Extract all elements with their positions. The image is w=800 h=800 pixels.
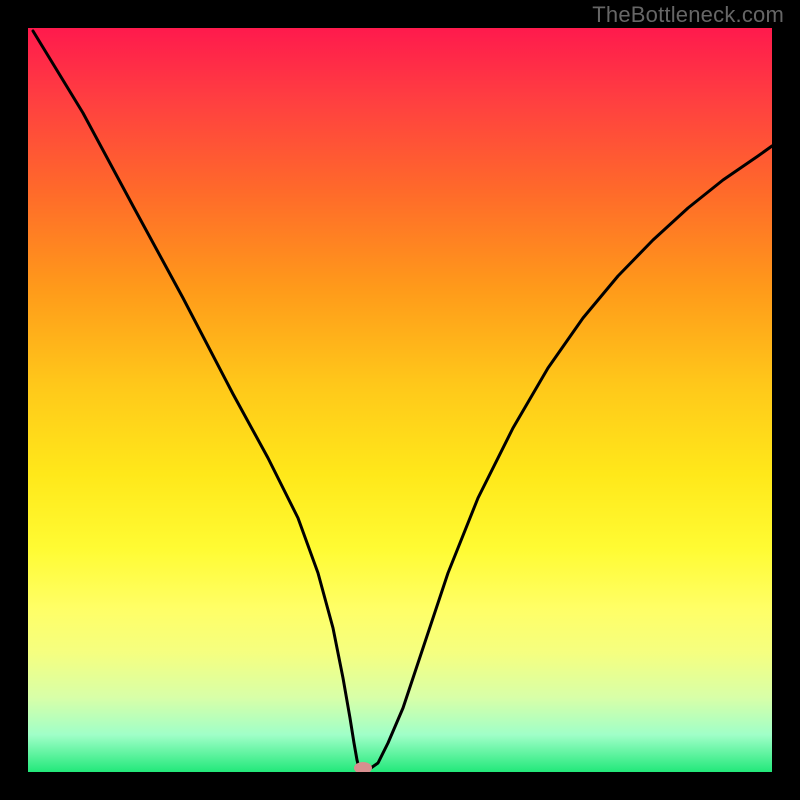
watermark-text: TheBottleneck.com <box>592 2 784 28</box>
chart-frame: TheBottleneck.com <box>0 0 800 800</box>
bottleneck-curve <box>28 28 772 772</box>
plot-area <box>28 28 772 772</box>
